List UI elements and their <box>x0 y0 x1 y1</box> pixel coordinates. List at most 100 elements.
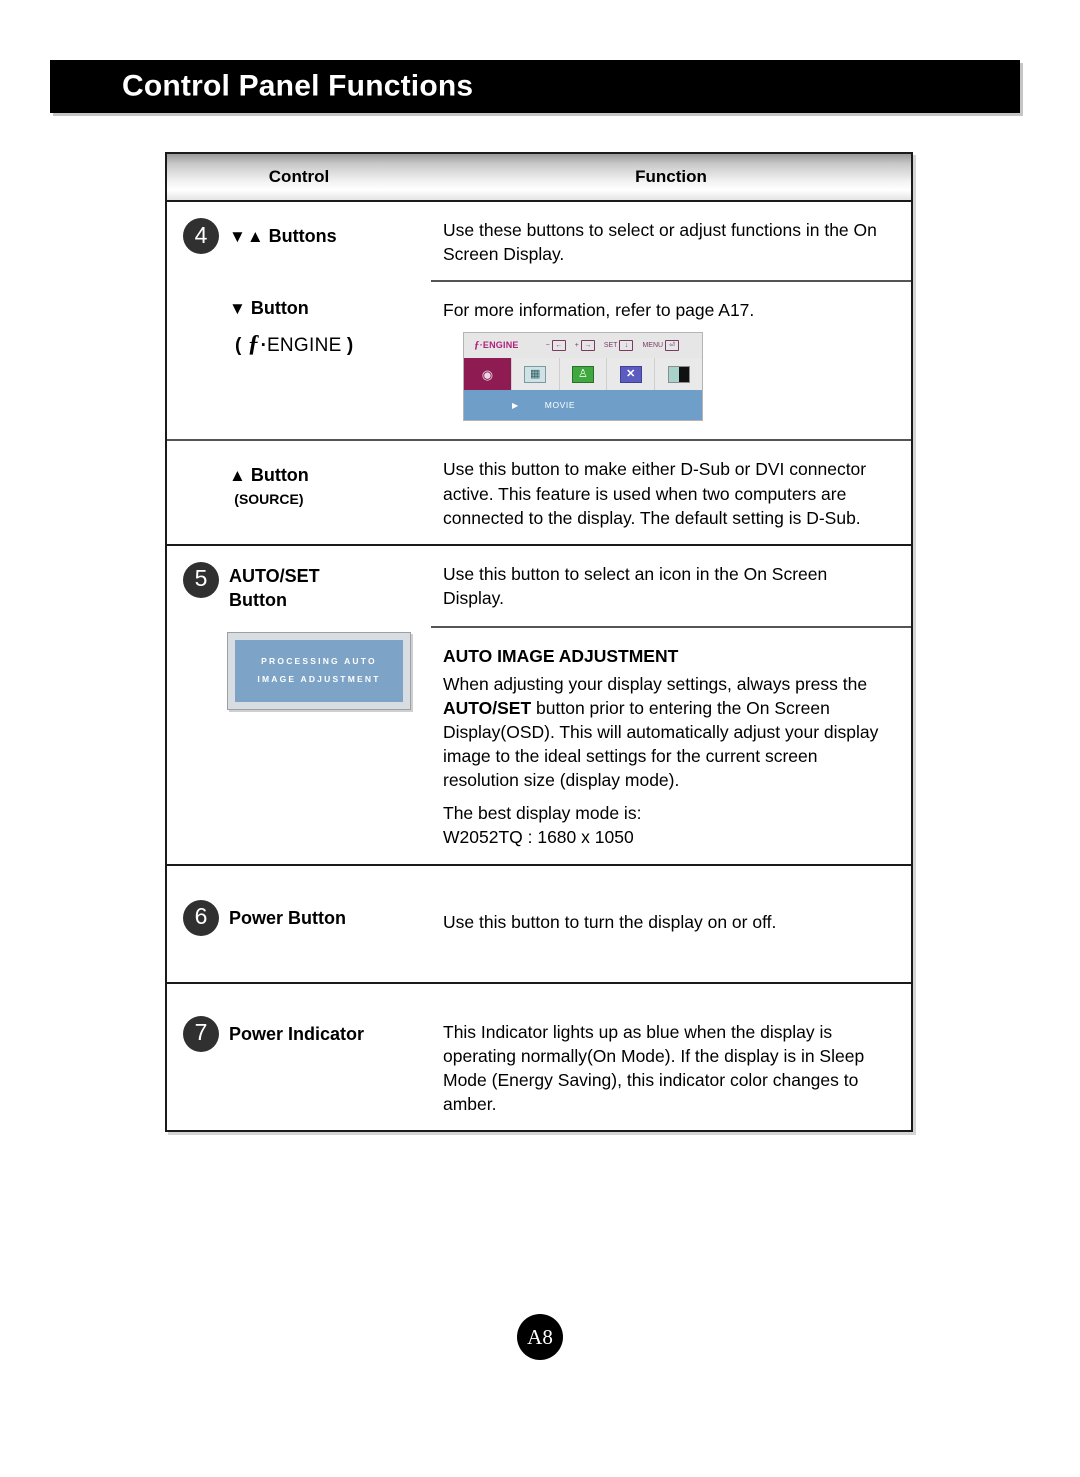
control-label-text: Button <box>250 298 309 319</box>
internet-globe-icon: ▦ <box>524 365 547 383</box>
osd-key-prefix: MENU <box>642 342 664 350</box>
control-label-text: Button <box>250 465 309 486</box>
demo-x-icon: ✕ <box>619 365 642 383</box>
control-cell: 7 Power Indicator <box>167 984 431 1131</box>
enter-arrow-icon: ⏎ <box>665 340 680 352</box>
osd-top-bar: ƒ·ENGINE − ← + → SET ↓ MENU ⏎ <box>464 333 702 359</box>
function-cell: Use this button to make either D-Sub or … <box>431 439 911 543</box>
control-label-text: Buttons <box>268 226 337 246</box>
control-sublabel: (SOURCE) <box>234 491 304 508</box>
osd-screenshot: ƒ·ENGINE − ← + → SET ↓ MENU ⏎ ◉ ▦ ♙ ✕ ▶ … <box>463 332 703 422</box>
control-cell: 6 Power Button <box>167 866 431 982</box>
osd-key-prefix: − <box>545 342 550 350</box>
paren-open: ( <box>235 335 242 357</box>
function-text: Use this button to turn the display on o… <box>443 911 777 932</box>
osd-key-prefix: + <box>574 342 579 350</box>
down-arrow-icon: ▼ <box>229 299 247 319</box>
function-text: This Indicator lights up as blue when th… <box>443 1021 865 1114</box>
osd-tab-demo[interactable] <box>655 358 702 391</box>
control-cell: ▼ Button ( ƒ·ENGINE ) <box>167 280 431 439</box>
function-cell: AUTO IMAGE ADJUSTMENT When adjusting you… <box>431 626 911 863</box>
function-cell: Use this button to select an icon in the… <box>431 546 911 627</box>
best-display-mode-line2: W2052TQ : 1680 x 1050 <box>443 827 634 848</box>
step-number-badge: 4 <box>183 218 219 254</box>
step-number-badge: 7 <box>183 1015 219 1052</box>
control-cell: 4 ▼▲ Buttons <box>167 202 431 280</box>
osd-tab-movie[interactable]: ◉ <box>464 358 512 391</box>
table-header-row: Control Function <box>167 154 911 202</box>
row-5-block-autoset: 5 AUTO/SET Button Use this button to sel… <box>167 546 911 627</box>
function-text-bold: AUTO/SET <box>443 697 532 718</box>
table-row: 6 Power Button Use this button to turn t… <box>167 866 911 984</box>
function-cell: Use these buttons to select or adjust fu… <box>431 202 911 280</box>
best-display-mode: The best display mode is: W2052TQ : 1680… <box>443 801 891 849</box>
best-display-mode-line1: The best display mode is: <box>443 803 642 824</box>
up-arrow-icon: ▲ <box>229 466 247 486</box>
osd-key-menu: MENU ⏎ <box>642 340 680 352</box>
osd-brand-label: ƒ·ENGINE <box>474 338 519 353</box>
osd-key-set: SET ↓ <box>603 340 634 352</box>
function-text-part-a: When adjusting your display settings, al… <box>443 673 868 694</box>
control-cell: 5 AUTO/SET Button <box>167 546 431 627</box>
fengine-label: ( ƒ·ENGINE ) <box>229 321 353 358</box>
function-text: For more information, refer to page A17. <box>443 300 755 321</box>
control-functions-table: Control Function 4 ▼▲ Buttons Use these b… <box>165 152 913 1133</box>
control-label: ▼▲ Buttons <box>229 218 337 249</box>
function-text: When adjusting your display settings, al… <box>443 672 891 793</box>
osd-key-prefix: SET <box>603 342 618 350</box>
updown-arrows-icon: ▼▲ <box>229 227 265 246</box>
down-arrow-icon: ↓ <box>619 340 634 352</box>
paren-close: ) <box>346 335 354 357</box>
right-arrow-icon: → <box>580 340 595 352</box>
function-cell: This Indicator lights up as blue when th… <box>431 984 911 1131</box>
page-title: Control Panel Functions <box>122 68 474 102</box>
control-label: Power Indicator <box>229 1023 365 1044</box>
movie-film-icon: ◉ <box>481 366 494 382</box>
control-cell: ▲ Button (SOURCE) <box>167 439 431 543</box>
contrast-icon <box>667 365 690 383</box>
function-cell: For more information, refer to page A17.… <box>431 280 911 439</box>
control-label: ▼ Button <box>229 292 309 318</box>
page-title-banner: Control Panel Functions <box>50 60 1020 113</box>
user-person-icon: ♙ <box>571 365 594 383</box>
script-f-icon: ƒ <box>247 331 260 358</box>
row-4-block-buttons: 4 ▼▲ Buttons Use these buttons to select … <box>167 202 911 280</box>
column-header-control: Control <box>268 167 330 186</box>
table-row: 4 ▼▲ Buttons Use these buttons to select … <box>167 202 911 546</box>
osd-brand-name: ENGINE <box>482 340 519 351</box>
osd-mode-label: MOVIE <box>544 399 576 410</box>
osd-tab-normal[interactable]: ✕ <box>607 358 656 391</box>
processing-auto-box: PROCESSING AUTO IMAGE ADJUSTMENT <box>227 632 411 711</box>
table-row: 5 AUTO/SET Button Use this button to sel… <box>167 546 911 866</box>
row-5-block-auto-image-adjustment: PROCESSING AUTO IMAGE ADJUSTMENT AUTO IM… <box>167 626 911 863</box>
step-number-badge: 5 <box>183 561 219 598</box>
control-label: AUTO/SET Button <box>229 562 320 613</box>
control-label: Power Button <box>229 907 346 928</box>
function-subheading: AUTO IMAGE ADJUSTMENT <box>443 646 679 667</box>
play-caret-icon: ▶ <box>512 400 519 410</box>
left-arrow-icon: ← <box>551 340 566 352</box>
control-cell: PROCESSING AUTO IMAGE ADJUSTMENT <box>167 626 431 863</box>
control-label-line1: AUTO/SET <box>229 565 320 586</box>
osd-mode-bar: ▶ MOVIE <box>464 390 702 421</box>
table-row: 7 Power Indicator This Indicator lights … <box>167 984 911 1131</box>
osd-key-minus: − ← <box>545 340 566 352</box>
osd-tab-user[interactable]: ♙ <box>559 358 608 391</box>
osd-tab-internet[interactable]: ▦ <box>511 358 560 391</box>
step-number-badge: 6 <box>183 899 219 936</box>
row-4-block-fengine: ▼ Button ( ƒ·ENGINE ) For more informatio… <box>167 280 911 439</box>
row-4-block-source: ▲ Button (SOURCE) Use this button to make… <box>167 439 911 543</box>
function-cell: Use this button to turn the display on o… <box>431 866 911 982</box>
control-label-line2: Button <box>229 590 287 611</box>
osd-icon-row: ◉ ▦ ♙ ✕ <box>464 358 702 391</box>
osd-key-plus: + → <box>574 340 595 352</box>
processing-line-2: IMAGE ADJUSTMENT <box>257 674 381 685</box>
processing-line-1: PROCESSING AUTO <box>261 656 377 667</box>
function-text: Use this button to make either D-Sub or … <box>443 459 867 528</box>
function-text: Use these buttons to select or adjust fu… <box>443 220 877 265</box>
control-label: ▲ Button (SOURCE) <box>229 457 309 509</box>
column-header-function: Function <box>635 167 707 186</box>
engine-word: ENGINE <box>266 335 342 357</box>
function-text: Use this button to select an icon in the… <box>443 563 828 608</box>
page-number-badge: A8 <box>517 1314 563 1360</box>
